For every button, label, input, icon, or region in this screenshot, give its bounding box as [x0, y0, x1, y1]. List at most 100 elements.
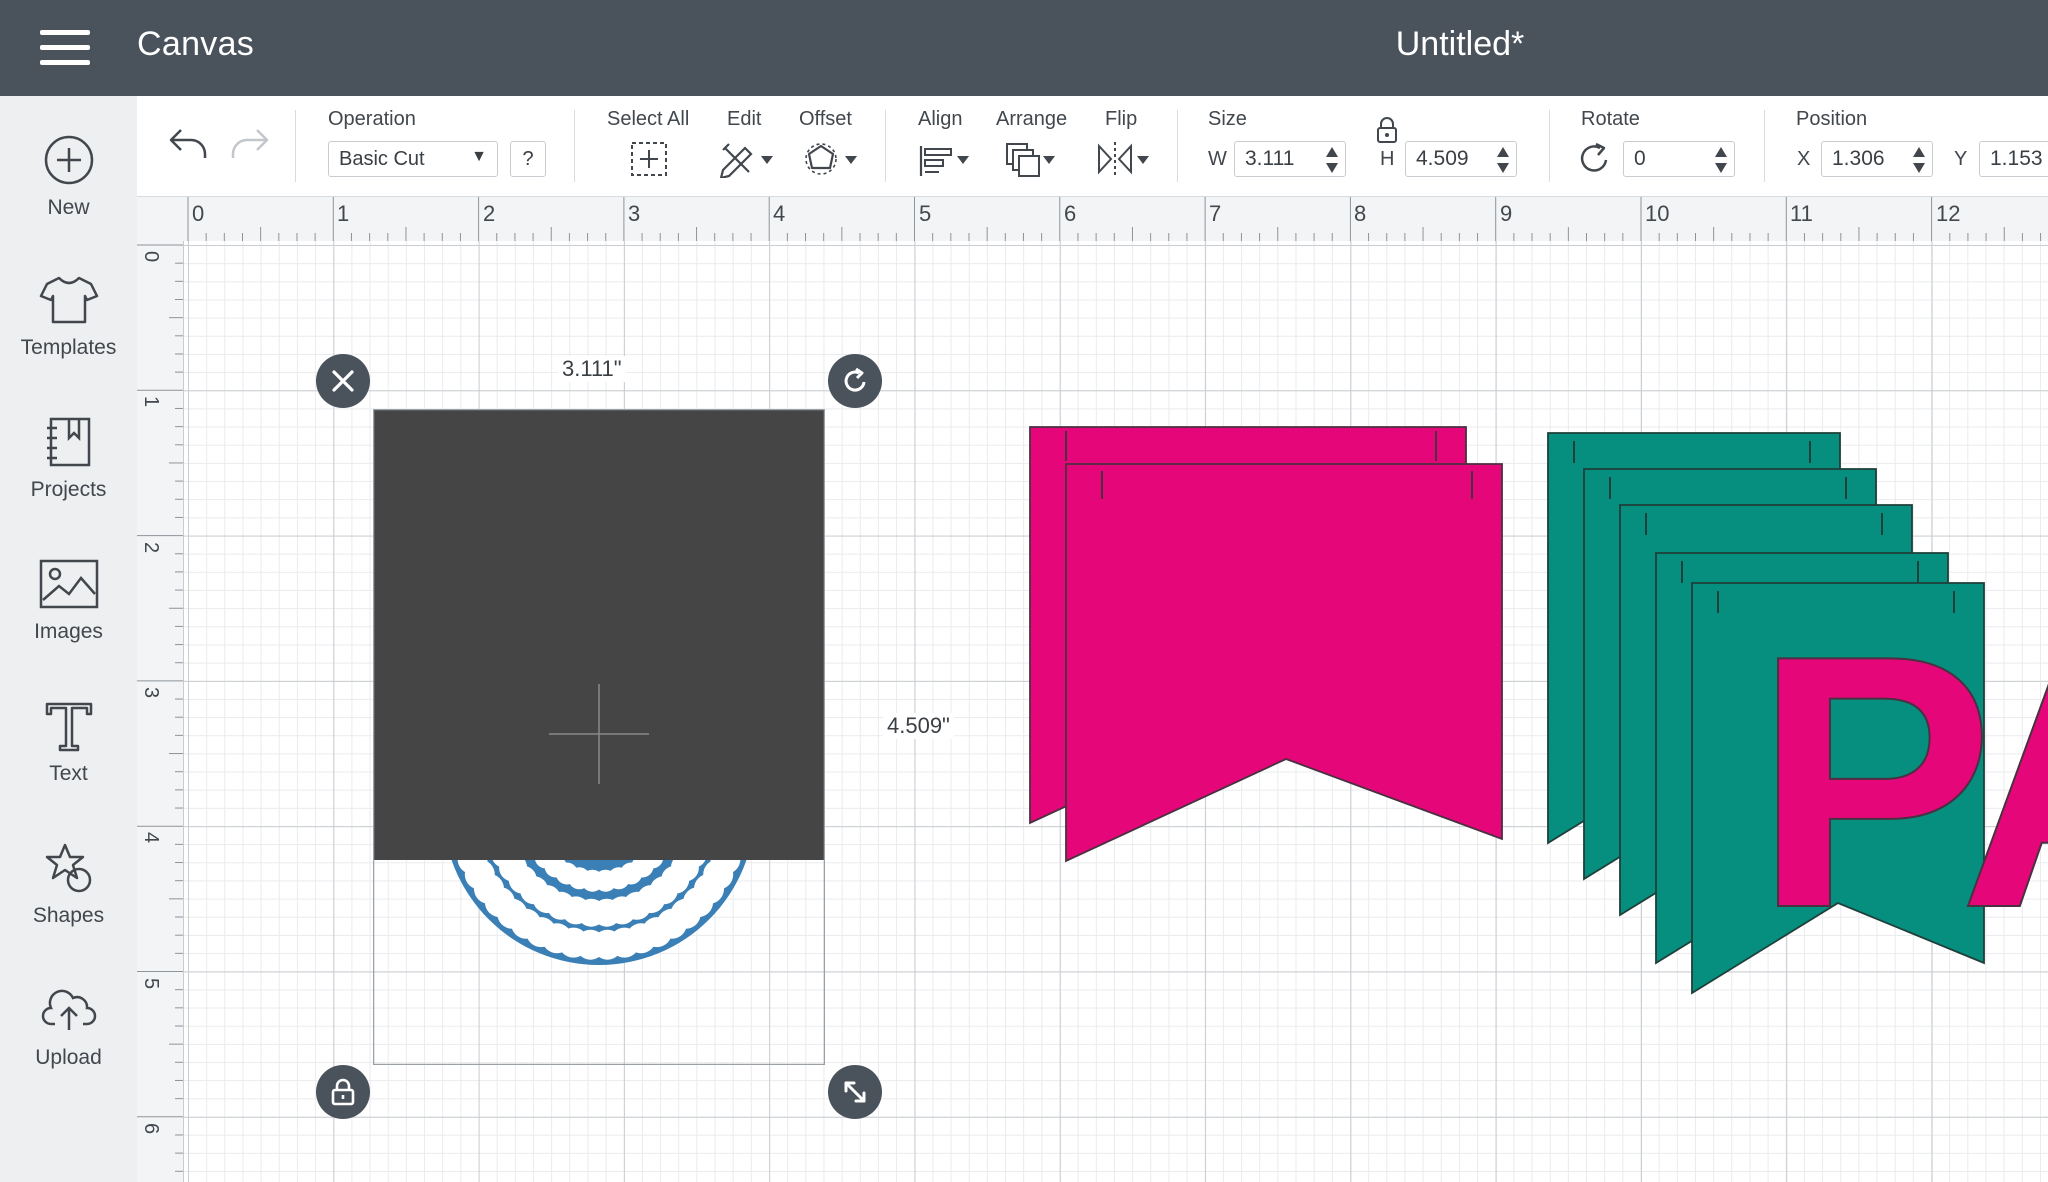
ruler-label: 5: [919, 201, 932, 226]
ruler-label: 0: [140, 251, 162, 263]
operation-help-button[interactable]: ?: [510, 141, 546, 177]
height-value: 4.509: [1416, 147, 1469, 170]
delete-handle[interactable]: [316, 354, 370, 408]
toolbar-divider: [1177, 110, 1178, 182]
height-prefix: H: [1380, 148, 1395, 170]
dark-rectangle[interactable]: [373, 409, 825, 860]
height-field[interactable]: 4.509: [1405, 141, 1517, 177]
ruler-label: 3: [628, 201, 641, 226]
ruler-label: 0: [192, 201, 205, 226]
rotate-icon: [844, 367, 866, 392]
toolbar-divider: [574, 110, 575, 182]
sidebar-item-label: Shapes: [32, 904, 105, 927]
sidebar-item-upload[interactable]: Upload: [0, 976, 137, 1096]
edit-tools-icon[interactable]: [717, 140, 773, 178]
sidebar-item-new[interactable]: New: [0, 126, 137, 246]
rotate-icon: [1580, 142, 1608, 172]
align-icon[interactable]: [917, 140, 973, 178]
vertical-ruler[interactable]: 0 1 2 3 4 5 6: [137, 241, 184, 1182]
ruler-label: 9: [1500, 201, 1513, 226]
sidebar-item-label: New: [47, 196, 90, 219]
teal-banner-group[interactable]: P A: [1544, 429, 2048, 1009]
ruler-label: 8: [1354, 201, 1367, 226]
lock-proportions-icon[interactable]: [1373, 116, 1401, 146]
width-prefix: W: [1208, 148, 1227, 170]
ruler-label: 2: [483, 201, 496, 226]
ruler-label: 1: [140, 396, 162, 408]
cloud-upload-icon: [41, 989, 96, 1030]
size-label: Size: [1208, 108, 1247, 130]
horizontal-ruler[interactable]: 0 1 2 3 4 5 6 7 8 9 10 11 12: [137, 197, 2048, 242]
shapes-icon: [45, 843, 91, 893]
arrange-label: Arrange: [996, 108, 1068, 130]
width-value: 3.111: [1245, 147, 1295, 170]
undo-icon[interactable]: [167, 126, 209, 162]
sidebar-item-label: Upload: [35, 1046, 102, 1069]
rotate-stepper[interactable]: [1714, 147, 1728, 173]
offset-icon[interactable]: [803, 140, 859, 178]
width-stepper[interactable]: [1325, 147, 1339, 173]
flip-label: Flip: [1105, 108, 1138, 130]
toolbar-divider: [1764, 110, 1765, 182]
x-position-stepper[interactable]: [1912, 147, 1926, 173]
image-icon: [39, 559, 98, 609]
lock-icon: [331, 1078, 355, 1106]
flip-icon[interactable]: [1095, 140, 1153, 178]
ruler-label: 6: [140, 1123, 162, 1135]
plus-circle-icon: [44, 135, 93, 185]
operation-select[interactable]: Basic Cut ▼: [328, 141, 498, 177]
ruler-label: 4: [773, 201, 786, 226]
x-position-value: 1.306: [1832, 147, 1885, 170]
text-t-icon: [45, 702, 92, 752]
design-canvas[interactable]: 3.111" 4.509" P A: [184, 241, 2048, 1182]
ruler-label: 7: [1209, 201, 1222, 226]
top-header: Canvas Untitled*: [0, 0, 2048, 96]
height-stepper[interactable]: [1496, 147, 1510, 173]
tshirt-icon: [39, 276, 98, 324]
toolbar-divider: [885, 110, 886, 182]
edit-label: Edit: [727, 108, 762, 130]
left-sidebar: New Templates Projects Images Text Shape…: [0, 96, 137, 1182]
position-label: Position: [1796, 108, 1868, 130]
sidebar-item-projects[interactable]: Projects: [0, 408, 137, 528]
sidebar-item-label: Text: [49, 762, 88, 785]
sidebar-item-label: Images: [34, 620, 103, 643]
close-icon: [332, 370, 354, 392]
banner-letter-a[interactable]: A: [1958, 580, 2048, 984]
ruler-label: 6: [1064, 201, 1077, 226]
notebook-icon: [46, 417, 90, 467]
ruler-label: 10: [1645, 201, 1670, 226]
y-position-field[interactable]: 1.153: [1979, 141, 2048, 177]
x-prefix: X: [1797, 148, 1811, 170]
rotate-label: Rotate: [1581, 108, 1640, 130]
selected-group[interactable]: [373, 409, 825, 1065]
pink-banner[interactable]: [1065, 463, 1503, 863]
sidebar-item-text[interactable]: Text: [0, 692, 137, 812]
redo-icon[interactable]: [229, 126, 271, 162]
horizontal-ruler-ticks: [187, 197, 2042, 241]
resize-handle[interactable]: [828, 1065, 882, 1119]
select-all-icon[interactable]: [629, 140, 669, 178]
select-all-label: Select All: [607, 108, 690, 130]
ruler-label: 2: [140, 542, 162, 554]
menu-icon[interactable]: [40, 30, 90, 66]
width-field[interactable]: 3.111: [1234, 141, 1346, 177]
width-dimension-label: 3.111": [558, 356, 626, 382]
lock-handle[interactable]: [316, 1065, 370, 1119]
sidebar-item-shapes[interactable]: Shapes: [0, 834, 137, 954]
sidebar-item-templates[interactable]: Templates: [0, 266, 137, 386]
ruler-label: 5: [140, 978, 162, 990]
sidebar-item-label: Templates: [20, 336, 117, 359]
chevron-down-icon: ▼: [471, 148, 487, 165]
pink-banner-group[interactable]: [1024, 421, 1504, 901]
rotate-field[interactable]: 0: [1623, 141, 1735, 177]
rotate-value: 0: [1634, 147, 1646, 170]
resize-icon: [844, 1081, 866, 1103]
x-position-field[interactable]: 1.306: [1821, 141, 1933, 177]
toolbar-divider: [295, 110, 296, 182]
sidebar-item-images[interactable]: Images: [0, 550, 137, 670]
rotate-handle[interactable]: [828, 354, 882, 408]
y-position-value: 1.153: [1990, 147, 2043, 170]
document-title[interactable]: Untitled*: [1340, 25, 1580, 64]
arrange-icon[interactable]: [1003, 140, 1059, 180]
